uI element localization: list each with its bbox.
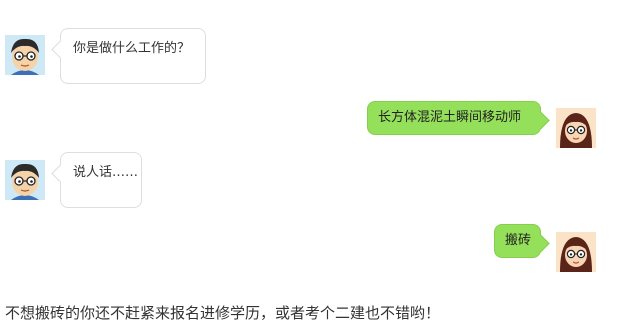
message-text: 搬砖 bbox=[505, 233, 532, 248]
message-bubble: 你是做什么工作的？ bbox=[51, 28, 206, 84]
message-bubble: 长方体混泥土瞬间移动师 bbox=[367, 101, 550, 135]
boy-avatar-icon bbox=[5, 35, 45, 75]
message-text: 你是做什么工作的？ bbox=[73, 41, 191, 56]
girl-avatar-icon bbox=[556, 232, 596, 272]
girl-avatar-icon bbox=[556, 108, 596, 148]
boy-avatar-icon bbox=[5, 160, 45, 200]
message-bubble: 说人话…… bbox=[51, 152, 142, 208]
message-text: 说人话…… bbox=[73, 165, 139, 180]
message-text: 长方体混泥土瞬间移动师 bbox=[378, 110, 522, 125]
message-bubble: 搬砖 bbox=[494, 224, 550, 258]
footer-caption: 不想搬砖的你还不赶紧来报名进修学历，或者考个二建也不错哟！ bbox=[5, 304, 441, 322]
